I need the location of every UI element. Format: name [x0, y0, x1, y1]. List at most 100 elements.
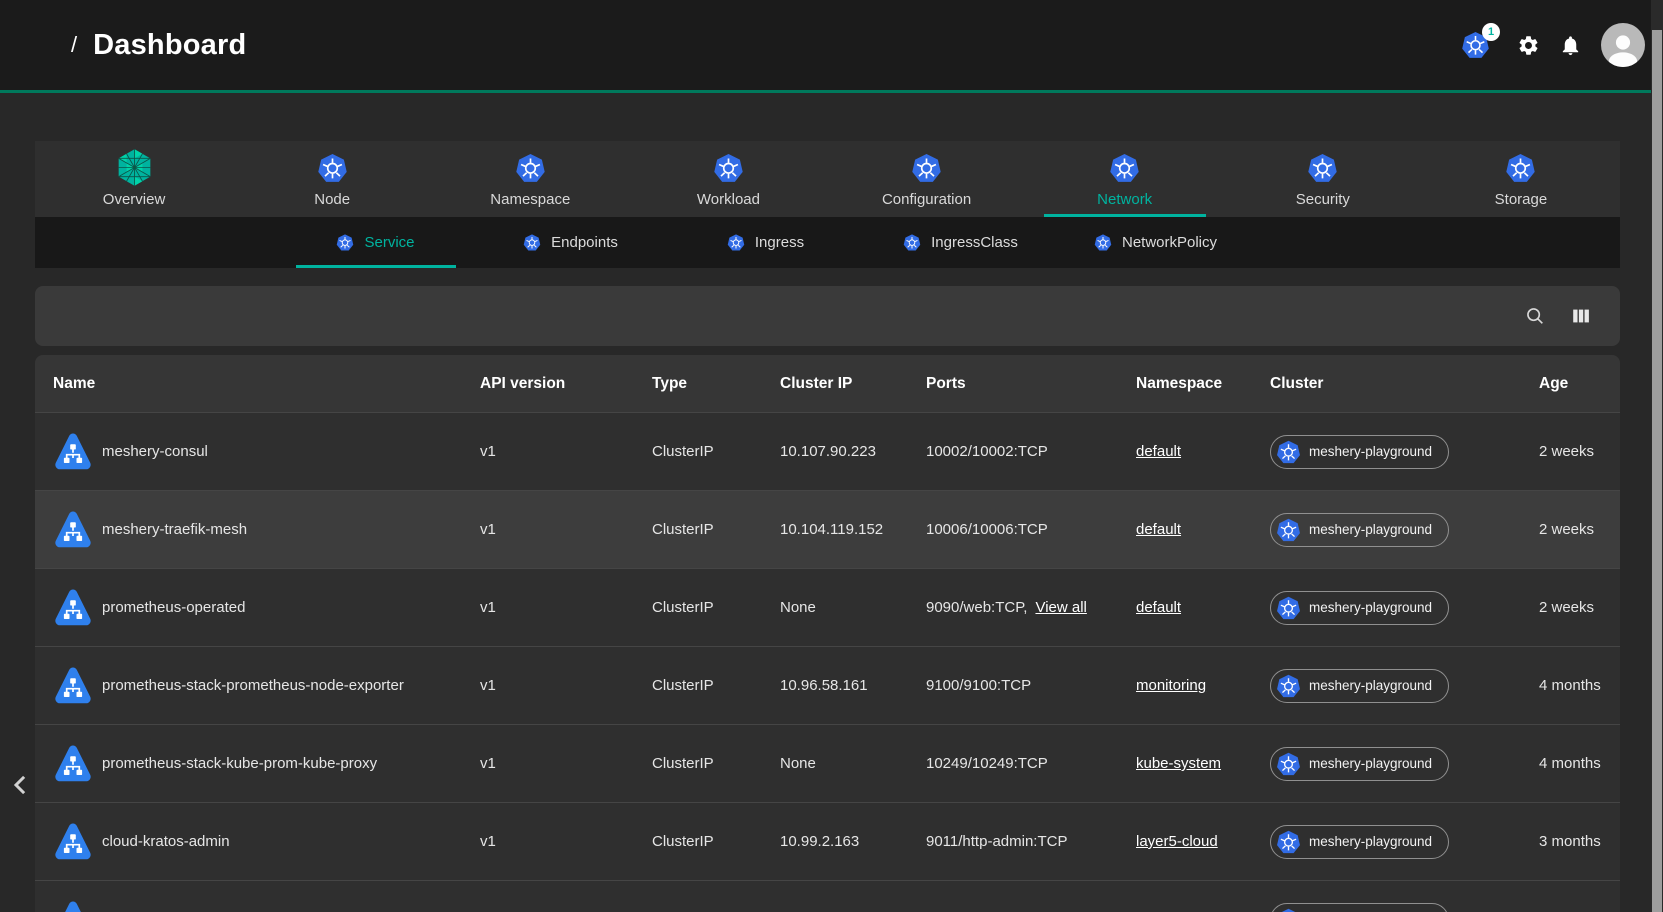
- api-version-cell: v1: [480, 833, 652, 850]
- breadcrumb-separator: /: [71, 32, 77, 58]
- tab-storage[interactable]: Storage: [1422, 141, 1620, 217]
- subtab-endpoints[interactable]: Endpoints: [473, 217, 668, 268]
- kubernetes-icon: [1276, 829, 1301, 855]
- table-header-row: Name API version Type Cluster IP Ports N…: [35, 355, 1620, 412]
- table-row[interactable]: prometheus-stack-kube-prom-kube-proxy v1…: [35, 724, 1620, 802]
- column-header-cluster-ip[interactable]: Cluster IP: [780, 375, 926, 393]
- column-header-ports[interactable]: Ports: [926, 375, 1136, 393]
- service-name: prometheus-stack-kube-prom-kube-proxy: [102, 755, 377, 772]
- column-header-type[interactable]: Type: [652, 375, 780, 393]
- table-row[interactable]: cloud-kratos-admin v1 ClusterIP 10.99.2.…: [35, 802, 1620, 880]
- cluster-chip[interactable]: meshery-playground: [1270, 435, 1449, 469]
- service-name: meshery-consul: [102, 443, 208, 460]
- kubernetes-icon: [727, 233, 745, 252]
- view-columns-button[interactable]: [1570, 305, 1592, 327]
- kubernetes-icon: [1276, 439, 1301, 465]
- kubernetes-icon: [713, 151, 744, 185]
- service-icon: [53, 743, 93, 785]
- user-avatar[interactable]: [1601, 23, 1645, 67]
- cluster-ip-cell: None: [780, 755, 926, 772]
- cluster-chip[interactable]: meshery-playground: [1270, 669, 1449, 703]
- tab-workload[interactable]: Workload: [629, 141, 827, 217]
- service-icon: [53, 431, 93, 473]
- kubernetes-icon: [515, 151, 546, 185]
- cluster-chip[interactable]: meshery-playground: [1270, 591, 1449, 625]
- chevron-left-icon: [6, 770, 36, 800]
- context-count-badge: 1: [1482, 23, 1500, 41]
- service-icon: [53, 587, 93, 629]
- column-header-cluster[interactable]: Cluster: [1270, 375, 1539, 393]
- kubernetes-icon: [1307, 151, 1338, 185]
- table-row[interactable]: prometheus-operated v1 ClusterIP None 90…: [35, 568, 1620, 646]
- kubernetes-icon: [336, 233, 354, 252]
- table-row[interactable]: meshery-traefik-mesh v1 ClusterIP 10.104…: [35, 490, 1620, 568]
- cluster-chip[interactable]: meshery-playground: [1270, 825, 1449, 859]
- network-subtabs: Service Endpoints Ingress IngressClass N…: [35, 217, 1620, 268]
- ports-cell: 10249/10249:TCP: [926, 755, 1136, 772]
- app-header: / Dashboard 1: [0, 0, 1663, 90]
- cluster-ip-cell: 10.96.58.161: [780, 677, 926, 694]
- kubernetes-context-button[interactable]: 1: [1461, 30, 1490, 60]
- type-cell: ClusterIP: [652, 677, 780, 694]
- age-cell: 4 months: [1539, 677, 1620, 694]
- age-cell: 3 months: [1539, 833, 1620, 850]
- type-cell: ClusterIP: [652, 833, 780, 850]
- tab-overview[interactable]: Overview: [35, 141, 233, 217]
- notifications-button[interactable]: [1559, 34, 1582, 57]
- kubernetes-icon: [1276, 907, 1301, 912]
- namespace-link[interactable]: default: [1136, 599, 1181, 616]
- table-row[interactable]: meshery-consul v1 ClusterIP 10.107.90.22…: [35, 412, 1620, 490]
- meshery-icon: [115, 151, 154, 185]
- tab-configuration[interactable]: Configuration: [828, 141, 1026, 217]
- tab-namespace[interactable]: Namespace: [431, 141, 629, 217]
- kubernetes-icon: [1276, 751, 1301, 777]
- table-row[interactable]: prometheus-stack-prometheus-node-exporte…: [35, 646, 1620, 724]
- gear-icon: [1517, 34, 1540, 57]
- api-version-cell: v1: [480, 755, 652, 772]
- ports-cell: 9090/web:TCP,View all: [926, 599, 1136, 616]
- column-header-api-version[interactable]: API version: [480, 375, 652, 393]
- settings-button[interactable]: [1517, 34, 1540, 57]
- namespace-link[interactable]: monitoring: [1136, 677, 1206, 694]
- drawer-collapse-button[interactable]: [6, 770, 36, 800]
- service-name: meshery-traefik-mesh: [102, 521, 247, 538]
- type-cell: ClusterIP: [652, 755, 780, 772]
- kubernetes-icon: [523, 233, 541, 252]
- age-cell: 2 weeks: [1539, 521, 1620, 538]
- namespace-link[interactable]: default: [1136, 521, 1181, 538]
- column-header-name[interactable]: Name: [35, 375, 480, 393]
- column-header-age[interactable]: Age: [1539, 375, 1620, 393]
- api-version-cell: v1: [480, 521, 652, 538]
- kubernetes-icon: [1276, 673, 1301, 699]
- cluster-chip[interactable]: meshery-playground: [1270, 513, 1449, 547]
- namespace-link[interactable]: default: [1136, 443, 1181, 460]
- table-row[interactable]: meshery meshery-playground: [35, 880, 1620, 912]
- kubernetes-icon: [903, 233, 921, 252]
- tab-node[interactable]: Node: [233, 141, 431, 217]
- api-version-cell: v1: [480, 677, 652, 694]
- cluster-chip[interactable]: meshery-playground: [1270, 747, 1449, 781]
- namespace-link[interactable]: layer5-cloud: [1136, 833, 1218, 850]
- view-all-link[interactable]: View all: [1035, 599, 1086, 616]
- search-button[interactable]: [1524, 305, 1546, 327]
- tab-network[interactable]: Network: [1026, 141, 1224, 217]
- subtab-networkpolicy[interactable]: NetworkPolicy: [1058, 217, 1253, 268]
- service-icon: [53, 509, 93, 551]
- cluster-ip-cell: 10.107.90.223: [780, 443, 926, 460]
- ports-cell: 10006/10006:TCP: [926, 521, 1136, 538]
- subtab-ingress[interactable]: Ingress: [668, 217, 863, 268]
- namespace-link[interactable]: kube-system: [1136, 755, 1221, 772]
- subtab-service[interactable]: Service: [278, 217, 473, 268]
- page-title: Dashboard: [93, 29, 246, 62]
- resource-tabs: Overview Node Namespace Workload Configu…: [35, 141, 1620, 217]
- kubernetes-icon: [1505, 151, 1536, 185]
- tab-security[interactable]: Security: [1224, 141, 1422, 217]
- services-table: Name API version Type Cluster IP Ports N…: [35, 355, 1620, 912]
- cluster-chip[interactable]: meshery-playground: [1270, 903, 1449, 912]
- cluster-ip-cell: None: [780, 599, 926, 616]
- subtab-ingressclass[interactable]: IngressClass: [863, 217, 1058, 268]
- service-name: prometheus-stack-prometheus-node-exporte…: [102, 677, 404, 694]
- column-header-namespace[interactable]: Namespace: [1136, 375, 1270, 393]
- service-icon: [53, 899, 93, 912]
- scrollbar-thumb[interactable]: [1652, 30, 1662, 912]
